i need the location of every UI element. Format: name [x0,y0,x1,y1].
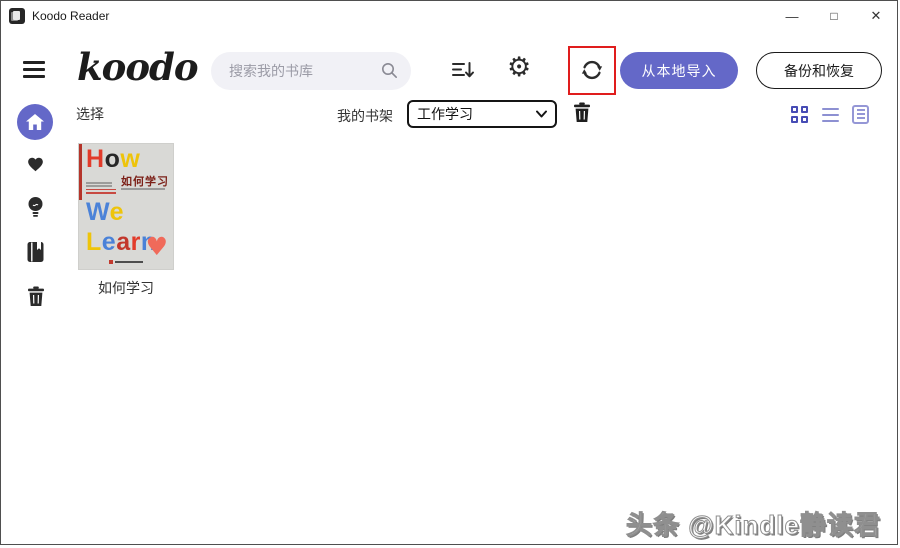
sort-icon[interactable] [450,58,476,82]
menu-hamburger-icon[interactable] [23,61,45,78]
cover-decor-lines [86,182,116,196]
book-title-caption: 如何学习 [98,280,154,296]
cover-word-how: How [86,145,141,173]
sync-refresh-icon[interactable] [578,56,606,84]
shelf-select-dropdown[interactable]: 工作学习 [407,100,557,128]
cover-chinese-title: 如何学习 [121,176,169,188]
settings-gear-icon[interactable]: ⚙ [507,54,531,81]
search-icon [381,62,398,79]
app-logo-text: koodo [77,45,199,89]
home-icon [26,114,44,130]
sidebar-item-trash[interactable] [27,286,45,307]
cover-publisher-mark [109,260,143,264]
chevron-down-icon [536,110,547,118]
detail-view-icon[interactable] [852,105,869,124]
grid-view-icon[interactable] [791,106,809,124]
sidebar-item-favorites[interactable] [26,155,45,172]
delete-shelf-trash-icon[interactable] [573,102,591,123]
cover-heart-icon: ♥ [145,232,168,261]
backup-restore-button[interactable]: 备份和恢复 [756,52,882,89]
cover-subtitle-line [121,188,165,190]
search-input[interactable] [229,52,379,90]
cover-spine-stripe [79,144,82,200]
app-window: Koodo Reader — □ ✕ koodo ⚙ [0,0,898,545]
book-cover[interactable]: How 如何学习 We Learn ♥ [79,144,173,269]
select-mode-button[interactable]: 选择 [76,104,104,124]
minimize-button[interactable]: — [771,1,813,31]
notebook-icon [26,241,45,263]
list-view-icon[interactable] [822,108,839,122]
shelf-select-value: 工作学习 [417,106,473,122]
trash-icon [27,286,45,307]
window-title: Koodo Reader [32,9,110,23]
lightbulb-icon [27,196,44,220]
book-card[interactable]: How 如何学习 We Learn ♥ 如何学习 [79,144,173,298]
sidebar-item-home[interactable] [17,104,53,140]
import-local-button[interactable]: 从本地导入 [620,52,738,89]
app-logo-icon [9,8,25,24]
window-controls: — □ ✕ [771,1,897,31]
view-mode-switcher [791,105,877,125]
search-box[interactable] [211,52,411,90]
cover-word-we: We [86,198,125,226]
close-button[interactable]: ✕ [855,1,897,31]
sidebar-item-notes[interactable] [26,241,45,263]
heart-icon [26,155,45,172]
maximize-button[interactable]: □ [813,1,855,31]
title-bar: Koodo Reader — □ ✕ [1,1,897,31]
shelf-label: 我的书架 [337,108,393,124]
sidebar-item-highlights[interactable] [27,196,44,220]
watermark-text: 头条 @Kindle静读君 [625,510,881,541]
